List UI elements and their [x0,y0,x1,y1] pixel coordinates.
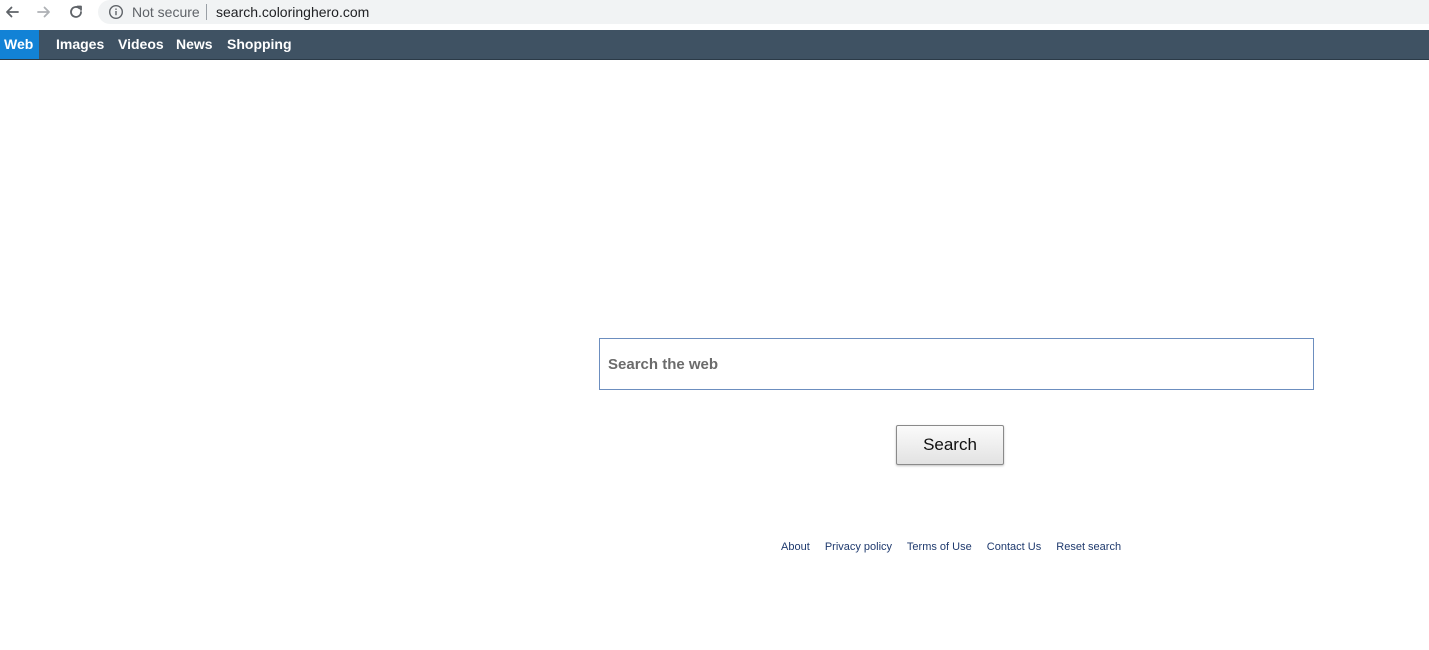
tab-shopping[interactable]: Shopping [227,30,292,59]
footer-link-privacy-policy[interactable]: Privacy policy [825,541,892,553]
reload-button[interactable] [66,2,86,22]
search-button[interactable]: Search [896,425,1004,465]
arrow-left-icon [6,6,19,18]
tab-news[interactable]: News [176,30,213,59]
reload-icon [70,5,82,18]
security-status-label: Not secure [132,4,200,20]
footer-link-about[interactable]: About [781,541,810,553]
arrow-right-icon [37,6,50,18]
back-button[interactable] [2,2,22,22]
forward-button[interactable] [34,2,54,22]
footer-link-contact-us[interactable]: Contact Us [987,541,1041,553]
search-vertical-nav: Web Images Videos News Shopping [0,30,1429,60]
tab-videos[interactable]: Videos [118,30,164,59]
tab-web[interactable]: Web [0,30,40,59]
url-text[interactable]: search.coloringhero.com [216,3,369,21]
tab-images[interactable]: Images [56,30,104,59]
address-bar[interactable]: Not secure search.coloringhero.com [98,0,1429,24]
info-icon[interactable] [108,4,124,20]
footer-link-reset-search[interactable]: Reset search [1056,541,1121,553]
address-bar-divider [206,4,207,20]
footer-links: About Privacy policy Terms of Use Contac… [781,540,1133,554]
browser-toolbar: Not secure search.coloringhero.com [0,0,1429,30]
footer-link-terms-of-use[interactable]: Terms of Use [907,541,972,553]
search-input[interactable] [599,338,1314,390]
